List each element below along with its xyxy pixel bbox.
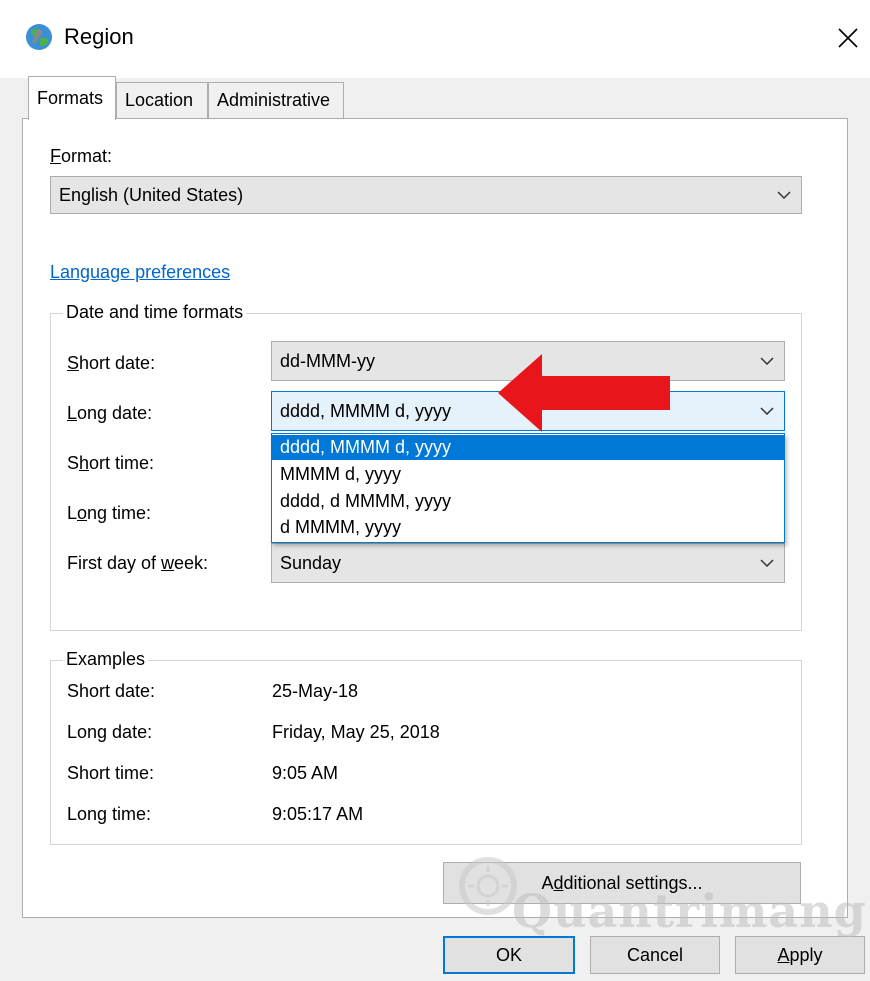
apply-button[interactable]: Apply <box>735 936 865 974</box>
example-value: Friday, May 25, 2018 <box>272 722 440 742</box>
short-date-label: Short date: <box>67 353 156 373</box>
short-time-label: Short time: <box>67 453 155 473</box>
tab-label: Location <box>125 90 194 110</box>
examples-group <box>50 660 802 845</box>
red-arrow-annotation <box>498 354 670 432</box>
dropdown-option[interactable]: dddd, d MMMM, yyyy <box>272 489 784 514</box>
example-label: Short date: <box>67 681 156 701</box>
example-label: Long date: <box>67 722 153 742</box>
apply-label: Apply <box>777 944 823 965</box>
dropdown-option[interactable]: dddd, MMMM d, yyyy <box>272 435 784 460</box>
dropdown-option[interactable]: MMMM d, yyyy <box>272 462 784 487</box>
example-value: 9:05:17 AM <box>272 804 364 824</box>
globe-icon <box>22 20 56 54</box>
date-time-formats-legend: Date and time formats <box>63 302 247 323</box>
tab-administrative[interactable]: Administrative <box>208 82 344 118</box>
tab-formats[interactable]: Formats <box>28 76 116 120</box>
window-title: Region <box>64 24 134 49</box>
cancel-button[interactable]: Cancel <box>590 936 720 974</box>
first-day-of-week-select[interactable]: Sunday <box>271 543 785 583</box>
watermark-logo <box>458 856 518 916</box>
format-value: English (United States) <box>59 184 244 205</box>
long-date-dropdown-list: dddd, MMMM d, yyyy MMMM d, yyyy dddd, d … <box>271 433 785 543</box>
long-date-value: dddd, MMMM d, yyyy <box>280 400 452 421</box>
dropdown-option[interactable]: d MMMM, yyyy <box>272 515 784 540</box>
watermark-text: Quantrimang <box>512 884 867 938</box>
language-preferences-link[interactable]: Language preferences <box>50 262 230 283</box>
tab-label: Administrative <box>217 90 331 110</box>
chevron-down-icon <box>760 357 774 365</box>
close-button[interactable] <box>826 16 870 60</box>
tab-label: Formats <box>37 88 104 108</box>
first-day-value: Sunday <box>280 552 342 573</box>
cancel-label: Cancel <box>626 944 684 965</box>
example-value: 25-May-18 <box>272 681 359 701</box>
example-value: 9:05 AM <box>272 763 339 783</box>
ok-button[interactable]: OK <box>443 936 575 974</box>
long-time-label: Long time: <box>67 503 152 523</box>
chevron-down-icon <box>760 407 774 415</box>
short-date-value: dd-MMM-yy <box>280 350 375 371</box>
examples-legend: Examples <box>63 649 149 670</box>
example-label: Long time: <box>67 804 152 824</box>
example-label: Short time: <box>67 763 155 783</box>
first-day-of-week-label: First day of week: <box>67 553 209 573</box>
chevron-down-icon <box>760 559 774 567</box>
tab-location[interactable]: Location <box>116 82 208 118</box>
format-select[interactable]: English (United States) <box>50 176 802 214</box>
close-icon <box>838 28 858 48</box>
long-date-label: Long date: <box>67 403 153 423</box>
ok-label: OK <box>495 944 522 965</box>
chevron-down-icon <box>777 191 791 199</box>
format-label: Format: <box>50 146 113 166</box>
